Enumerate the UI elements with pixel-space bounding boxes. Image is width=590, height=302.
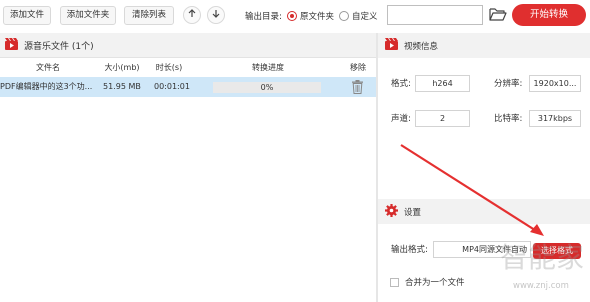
file-list-title: 源音乐文件 (1个)	[24, 41, 94, 52]
radio-dot	[339, 11, 349, 21]
start-convert-button[interactable]: 开始转换	[512, 4, 586, 26]
folder-open-icon	[489, 7, 507, 24]
settings-header: 设置	[378, 199, 590, 224]
format-label: 格式:	[391, 79, 411, 89]
watermark-url: www.znj.com	[513, 281, 569, 291]
col-duration: 时长(s)	[155, 63, 183, 72]
row-size: 51.95 MB	[103, 82, 141, 91]
arrow-down-icon	[212, 9, 220, 21]
radio-source-folder[interactable]: 原文件夹	[287, 10, 334, 22]
resolution-value: 1920x10...	[529, 75, 581, 92]
table-row[interactable]: PDF编辑器中的这3个功... 51.95 MB 00:01:01 0%	[0, 77, 376, 97]
row-duration: 00:01:01	[154, 82, 190, 91]
channels-label: 声道:	[391, 114, 411, 124]
add-folder-button[interactable]: 添加文件夹	[60, 6, 116, 25]
col-size: 大小(mb)	[104, 63, 140, 72]
radio-source-label: 原文件夹	[300, 12, 335, 22]
bitrate-label: 比特率:	[494, 114, 523, 124]
film-icon	[385, 38, 398, 53]
browse-folder-button[interactable]	[488, 6, 508, 24]
trash-icon[interactable]	[352, 80, 363, 97]
video-info-header: 视频信息	[378, 33, 590, 58]
row-filename: PDF编辑器中的这3个功...	[0, 82, 93, 91]
conversion-progress-bar: 0%	[213, 82, 321, 93]
film-icon	[5, 37, 18, 53]
clear-list-button[interactable]: 清除列表	[124, 6, 174, 25]
col-filename: 文件名	[36, 63, 60, 72]
merge-checkbox[interactable]: 合并为一个文件	[390, 276, 465, 288]
output-dir-label: 输出目录:	[245, 12, 282, 22]
file-list-panel: 源音乐文件 (1个) 文件名 大小(mb) 时长(s) 转换进度 移除 PDF编…	[0, 33, 376, 302]
format-value: h264	[415, 75, 470, 92]
resolution-label: 分辨率:	[494, 79, 523, 89]
bitrate-value: 317kbps	[529, 110, 581, 127]
move-down-button[interactable]	[207, 6, 225, 24]
settings-title: 设置	[404, 207, 422, 218]
output-format-label: 输出格式:	[391, 245, 428, 255]
progress-text: 0%	[260, 83, 274, 92]
radio-dot-selected	[287, 11, 297, 21]
move-up-button[interactable]	[183, 6, 201, 24]
video-info-title: 视频信息	[404, 41, 439, 52]
add-file-button[interactable]: 添加文件	[3, 6, 51, 25]
watermark-logo: 智能家	[500, 241, 585, 274]
radio-custom-label: 自定义	[352, 12, 378, 22]
toolbar: 添加文件 添加文件夹 清除列表 输出目录: 原文件夹 自定义 开始转换	[0, 0, 590, 32]
channels-value: 2	[415, 110, 470, 127]
col-remove: 移除	[350, 63, 366, 72]
gear-icon	[385, 203, 398, 220]
file-list-header: 源音乐文件 (1个)	[0, 33, 376, 58]
col-progress: 转换进度	[252, 63, 284, 72]
checkbox[interactable]	[390, 277, 399, 287]
arrow-up-icon	[188, 9, 196, 21]
merge-label: 合并为一个文件	[405, 278, 465, 288]
output-path-input[interactable]	[387, 5, 483, 25]
radio-custom-folder[interactable]: 自定义	[339, 10, 378, 22]
